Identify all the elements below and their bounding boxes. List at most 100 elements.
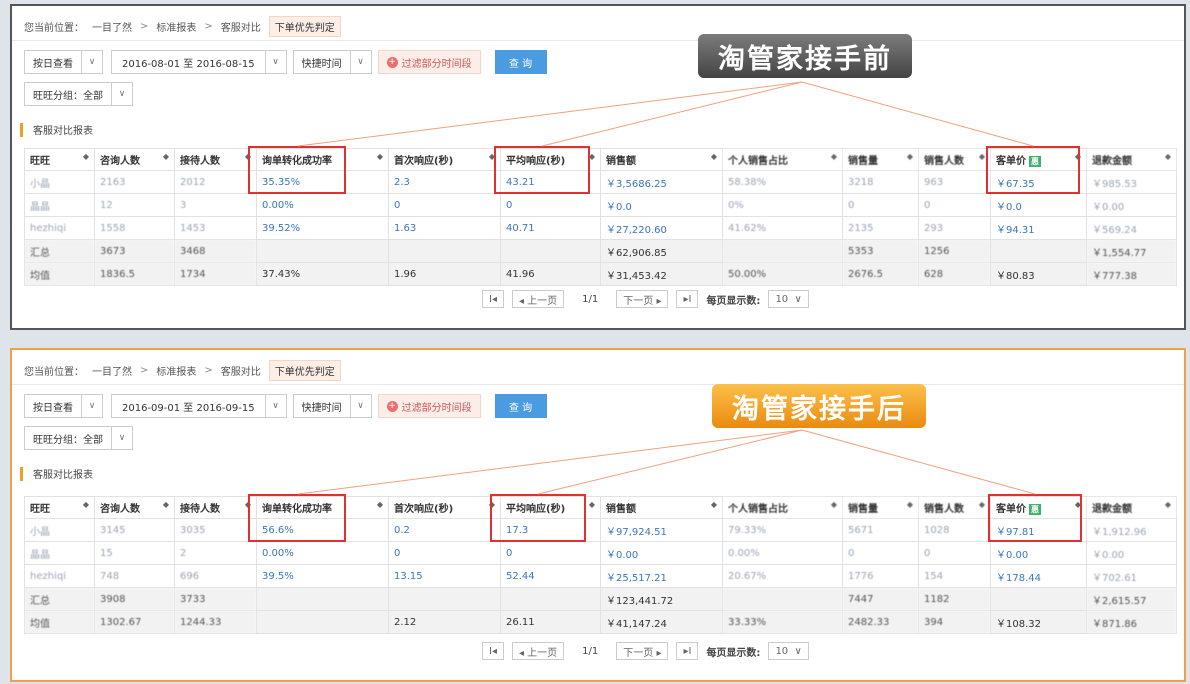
table-cell[interactable]: 3035: [174, 518, 257, 542]
column-header-label: 个人销售占比: [728, 156, 788, 167]
group-select[interactable]: 旺旺分组：全部 ∨: [24, 82, 133, 106]
next-page-button[interactable]: 下一页 ▸: [616, 642, 669, 660]
last-page-button[interactable]: ▸I: [676, 290, 699, 308]
breadcrumb-item-service-compare[interactable]: 客服对比: [221, 19, 261, 34]
column-header-label: 个人销售占比: [728, 504, 788, 515]
table-cell[interactable]: 2012: [174, 170, 257, 194]
sort-icon[interactable]: ◆: [831, 152, 837, 161]
table-cell[interactable]: 12: [94, 193, 175, 217]
first-page-button[interactable]: I◂: [482, 290, 504, 308]
query-button[interactable]: 查 询: [494, 50, 547, 74]
table-cell[interactable]: 晶晶: [24, 541, 95, 565]
plus-circle-icon: +: [386, 56, 398, 68]
table-cell[interactable]: 3: [174, 193, 257, 217]
breadcrumb-item-standard-reports[interactable]: 标准报表: [156, 363, 196, 378]
table-cell[interactable]: hezhiqi: [24, 216, 95, 240]
group-select[interactable]: 旺旺分组：全部 ∨: [24, 426, 133, 450]
table-cell[interactable]: 2: [174, 541, 257, 565]
sort-icon[interactable]: ◆: [907, 152, 913, 161]
sort-icon[interactable]: ◆: [83, 152, 89, 161]
table-cell: [990, 239, 1087, 263]
sort-icon[interactable]: ◆: [163, 152, 169, 161]
sort-icon[interactable]: ◆: [979, 152, 985, 161]
table-cell[interactable]: 696: [174, 564, 257, 588]
table-cell[interactable]: 1558: [94, 216, 175, 240]
col-first-response[interactable]: 首次响应(秒) ◆: [388, 496, 501, 519]
table-cell[interactable]: 748: [94, 564, 175, 588]
callout-line: [801, 429, 1036, 495]
sort-icon[interactable]: ◆: [163, 500, 169, 509]
table-cell[interactable]: 15: [94, 541, 175, 565]
quick-time-select[interactable]: 快捷时间 ∨: [292, 394, 372, 418]
banner-before: 淘管家接手前: [698, 34, 912, 78]
table-cell: 0: [500, 193, 601, 217]
table-cell: 394: [918, 610, 991, 634]
first-page-button[interactable]: I◂: [482, 642, 504, 660]
quick-time-select[interactable]: 快捷时间 ∨: [292, 50, 372, 74]
table-cell: 963: [918, 170, 991, 194]
page-size-select[interactable]: 10 ∨: [768, 290, 809, 308]
col-sales-share[interactable]: 个人销售占比 ◆: [722, 148, 843, 171]
table-cell[interactable]: 晶晶: [24, 193, 95, 217]
sort-icon[interactable]: ◆: [831, 500, 837, 509]
col-buyers[interactable]: 销售人数 ◆: [918, 496, 991, 519]
table-cell[interactable]: 小晶: [24, 518, 95, 542]
next-page-button[interactable]: 下一页 ▸: [616, 290, 669, 308]
table-cell: 628: [918, 262, 991, 286]
view-mode-select[interactable]: 按日查看 ∨: [24, 50, 103, 74]
col-received[interactable]: 接待人数 ◆: [174, 148, 257, 171]
last-page-button[interactable]: ▸I: [676, 642, 699, 660]
col-sales-qty[interactable]: 销售量 ◆: [842, 148, 919, 171]
sort-icon[interactable]: ◆: [589, 500, 595, 509]
table-cell: 1028: [918, 518, 991, 542]
page-size-select[interactable]: 10 ∨: [768, 642, 809, 660]
sort-icon[interactable]: ◆: [979, 500, 985, 509]
col-refund[interactable]: 退款金额 ◆: [1086, 148, 1177, 171]
breadcrumb-item-overview[interactable]: 一目了然: [92, 363, 132, 378]
col-buyers[interactable]: 销售人数 ◆: [918, 148, 991, 171]
col-inquiries[interactable]: 咨询人数 ◆: [94, 148, 175, 171]
col-sales-share[interactable]: 个人销售占比 ◆: [722, 496, 843, 519]
query-button[interactable]: 查 询: [494, 394, 547, 418]
table-cell[interactable]: 1453: [174, 216, 257, 240]
date-range-value: 2016-09-01 至 2016-09-15: [112, 395, 266, 417]
prev-page-button[interactable]: ◂ 上一页: [511, 642, 565, 660]
sort-icon[interactable]: ◆: [83, 500, 89, 509]
table-cell[interactable]: 小晶: [24, 170, 95, 194]
column-header-label: 销售额: [606, 504, 636, 515]
col-received[interactable]: 接待人数 ◆: [174, 496, 257, 519]
view-mode-select[interactable]: 按日查看 ∨: [24, 394, 103, 418]
breadcrumb-item-service-compare[interactable]: 客服对比: [221, 363, 261, 378]
table-cell: 1836.5: [94, 262, 175, 286]
table-cell[interactable]: 3145: [94, 518, 175, 542]
callout-line: [297, 429, 803, 495]
prev-page-button[interactable]: ◂ 上一页: [511, 290, 565, 308]
col-wangwang[interactable]: 旺旺 ◆: [24, 148, 95, 171]
table-cell[interactable]: 2163: [94, 170, 175, 194]
sort-icon[interactable]: ◆: [907, 500, 913, 509]
column-header-label: 销售量: [848, 504, 878, 515]
col-inquiries[interactable]: 咨询人数 ◆: [94, 496, 175, 519]
date-range-select[interactable]: 2016-08-01 至 2016-08-15 ∨: [111, 50, 287, 74]
table-cell: ￥108.32: [990, 610, 1087, 634]
sort-icon[interactable]: ◆: [377, 152, 383, 161]
sort-icon[interactable]: ◆: [1165, 500, 1171, 509]
col-refund[interactable]: 退款金额 ◆: [1086, 496, 1177, 519]
callout-line: [541, 81, 803, 147]
sort-icon[interactable]: ◆: [1165, 152, 1171, 161]
col-wangwang[interactable]: 旺旺 ◆: [24, 496, 95, 519]
filter-time-button[interactable]: + 过滤部分时间段: [377, 50, 481, 74]
date-range-select[interactable]: 2016-09-01 至 2016-09-15 ∨: [111, 394, 287, 418]
breadcrumb-item-standard-reports[interactable]: 标准报表: [156, 19, 196, 34]
col-sales-qty[interactable]: 销售量 ◆: [842, 496, 919, 519]
breadcrumb-item-overview[interactable]: 一目了然: [92, 19, 132, 34]
col-sales-amount[interactable]: 销售额 ◆: [600, 148, 723, 171]
sort-icon[interactable]: ◆: [377, 500, 383, 509]
col-first-response[interactable]: 首次响应(秒) ◆: [388, 148, 501, 171]
table-cell[interactable]: hezhiqi: [24, 564, 95, 588]
col-sales-amount[interactable]: 销售额 ◆: [600, 496, 723, 519]
filter-time-button[interactable]: + 过滤部分时间段: [377, 394, 481, 418]
sort-icon[interactable]: ◆: [711, 152, 717, 161]
column-header-label: 接待人数: [180, 504, 220, 515]
sort-icon[interactable]: ◆: [711, 500, 717, 509]
